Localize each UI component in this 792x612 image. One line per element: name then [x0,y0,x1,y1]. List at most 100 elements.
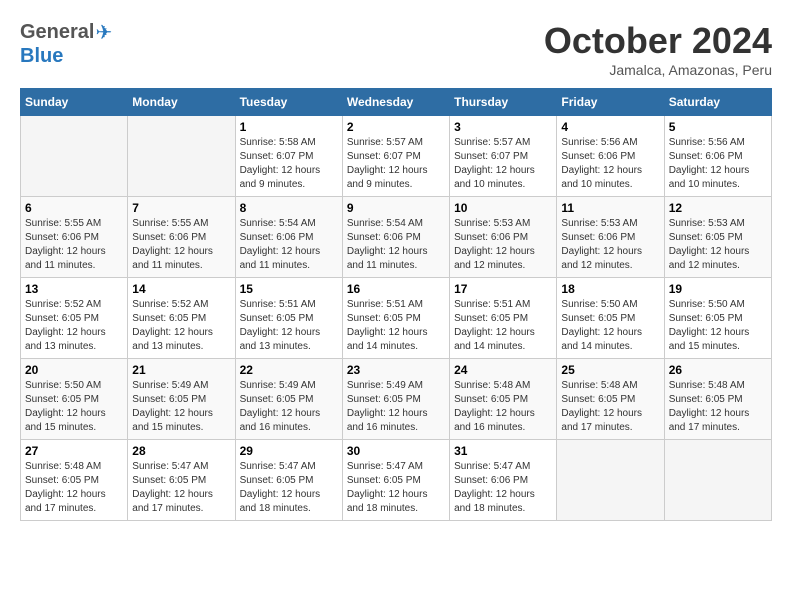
day-info: Sunrise: 5:47 AM Sunset: 6:06 PM Dayligh… [454,460,552,516]
day-info: Sunrise: 5:48 AM Sunset: 6:05 PM Dayligh… [454,379,552,435]
day-info: Sunrise: 5:56 AM Sunset: 6:06 PM Dayligh… [669,136,767,192]
day-info: Sunrise: 5:49 AM Sunset: 6:05 PM Dayligh… [347,379,445,435]
day-info: Sunrise: 5:49 AM Sunset: 6:05 PM Dayligh… [132,379,230,435]
day-info: Sunrise: 5:57 AM Sunset: 6:07 PM Dayligh… [454,136,552,192]
logo-blue: Blue [20,45,63,68]
calendar-cell: 19 Sunrise: 5:50 AM Sunset: 6:05 PM Dayli… [664,278,771,359]
day-number: 19 [669,282,767,296]
calendar-cell [21,116,128,197]
header-row: SundayMondayTuesdayWednesdayThursdayFrid… [21,89,772,116]
day-number: 5 [669,120,767,134]
day-number: 11 [561,201,659,215]
calendar-cell: 11 Sunrise: 5:53 AM Sunset: 6:06 PM Dayli… [557,197,664,278]
header-cell-friday: Friday [557,89,664,116]
day-number: 10 [454,201,552,215]
day-info: Sunrise: 5:51 AM Sunset: 6:05 PM Dayligh… [240,298,338,354]
day-number: 6 [25,201,123,215]
calendar-cell: 28 Sunrise: 5:47 AM Sunset: 6:05 PM Dayli… [128,440,235,521]
day-number: 31 [454,444,552,458]
day-number: 4 [561,120,659,134]
day-info: Sunrise: 5:56 AM Sunset: 6:06 PM Dayligh… [561,136,659,192]
calendar-cell: 27 Sunrise: 5:48 AM Sunset: 6:05 PM Dayli… [21,440,128,521]
day-number: 26 [669,363,767,377]
day-number: 28 [132,444,230,458]
day-info: Sunrise: 5:51 AM Sunset: 6:05 PM Dayligh… [347,298,445,354]
calendar-cell: 21Sunrise: 5:49 AM Sunset: 6:05 PM Dayli… [128,359,235,440]
week-row-2: 6 Sunrise: 5:55 AM Sunset: 6:06 PM Daylig… [21,197,772,278]
week-row-1: 1 Sunrise: 5:58 AM Sunset: 6:07 PM Daylig… [21,116,772,197]
day-number: 1 [240,120,338,134]
day-info: Sunrise: 5:50 AM Sunset: 6:05 PM Dayligh… [561,298,659,354]
day-info: Sunrise: 5:50 AM Sunset: 6:05 PM Dayligh… [25,379,123,435]
header-cell-saturday: Saturday [664,89,771,116]
header: General ✈ Blue October 2024 Jamalca, Ama… [20,20,772,78]
calendar-cell: 16Sunrise: 5:51 AM Sunset: 6:05 PM Dayli… [342,278,449,359]
day-number: 7 [132,201,230,215]
month-title: October 2024 [544,20,772,62]
day-number: 13 [25,282,123,296]
calendar-cell: 5 Sunrise: 5:56 AM Sunset: 6:06 PM Daylig… [664,116,771,197]
day-info: Sunrise: 5:52 AM Sunset: 6:05 PM Dayligh… [132,298,230,354]
calendar-cell: 26 Sunrise: 5:48 AM Sunset: 6:05 PM Dayli… [664,359,771,440]
calendar-cell: 6Sunrise: 5:55 AM Sunset: 6:06 PM Daylig… [21,197,128,278]
calendar-cell: 22 Sunrise: 5:49 AM Sunset: 6:05 PM Dayli… [235,359,342,440]
calendar-cell: 12Sunrise: 5:53 AM Sunset: 6:05 PM Dayli… [664,197,771,278]
calendar-cell: 29Sunrise: 5:47 AM Sunset: 6:05 PM Dayli… [235,440,342,521]
calendar-cell: 30 Sunrise: 5:47 AM Sunset: 6:05 PM Dayli… [342,440,449,521]
day-info: Sunrise: 5:49 AM Sunset: 6:05 PM Dayligh… [240,379,338,435]
title-area: October 2024 Jamalca, Amazonas, Peru [544,20,772,78]
day-info: Sunrise: 5:47 AM Sunset: 6:05 PM Dayligh… [132,460,230,516]
day-number: 25 [561,363,659,377]
day-info: Sunrise: 5:51 AM Sunset: 6:05 PM Dayligh… [454,298,552,354]
day-info: Sunrise: 5:48 AM Sunset: 6:05 PM Dayligh… [669,379,767,435]
day-number: 2 [347,120,445,134]
header-cell-sunday: Sunday [21,89,128,116]
day-number: 8 [240,201,338,215]
day-number: 30 [347,444,445,458]
day-info: Sunrise: 5:48 AM Sunset: 6:05 PM Dayligh… [25,460,123,516]
week-row-5: 27 Sunrise: 5:48 AM Sunset: 6:05 PM Dayli… [21,440,772,521]
week-row-4: 20Sunrise: 5:50 AM Sunset: 6:05 PM Dayli… [21,359,772,440]
day-number: 18 [561,282,659,296]
calendar-cell: 24 Sunrise: 5:48 AM Sunset: 6:05 PM Dayli… [450,359,557,440]
day-number: 15 [240,282,338,296]
calendar-table: SundayMondayTuesdayWednesdayThursdayFrid… [20,88,772,521]
calendar-cell: 23Sunrise: 5:49 AM Sunset: 6:05 PM Dayli… [342,359,449,440]
day-info: Sunrise: 5:52 AM Sunset: 6:05 PM Dayligh… [25,298,123,354]
week-row-3: 13 Sunrise: 5:52 AM Sunset: 6:05 PM Dayli… [21,278,772,359]
day-number: 3 [454,120,552,134]
calendar-cell [664,440,771,521]
day-info: Sunrise: 5:47 AM Sunset: 6:05 PM Dayligh… [240,460,338,516]
day-number: 27 [25,444,123,458]
calendar-cell: 2Sunrise: 5:57 AM Sunset: 6:07 PM Daylig… [342,116,449,197]
header-cell-wednesday: Wednesday [342,89,449,116]
calendar-cell: 18 Sunrise: 5:50 AM Sunset: 6:05 PM Dayli… [557,278,664,359]
calendar-cell: 20Sunrise: 5:50 AM Sunset: 6:05 PM Dayli… [21,359,128,440]
day-info: Sunrise: 5:54 AM Sunset: 6:06 PM Dayligh… [240,217,338,273]
day-info: Sunrise: 5:55 AM Sunset: 6:06 PM Dayligh… [132,217,230,273]
day-number: 22 [240,363,338,377]
calendar-cell [128,116,235,197]
logo-general: General [20,21,94,44]
calendar-cell: 9Sunrise: 5:54 AM Sunset: 6:06 PM Daylig… [342,197,449,278]
calendar-cell: 1 Sunrise: 5:58 AM Sunset: 6:07 PM Daylig… [235,116,342,197]
header-cell-thursday: Thursday [450,89,557,116]
day-number: 17 [454,282,552,296]
day-info: Sunrise: 5:50 AM Sunset: 6:05 PM Dayligh… [669,298,767,354]
day-number: 24 [454,363,552,377]
calendar-cell: 10 Sunrise: 5:53 AM Sunset: 6:06 PM Dayli… [450,197,557,278]
calendar-cell: 3 Sunrise: 5:57 AM Sunset: 6:07 PM Daylig… [450,116,557,197]
day-info: Sunrise: 5:53 AM Sunset: 6:06 PM Dayligh… [561,217,659,273]
calendar-cell: 31 Sunrise: 5:47 AM Sunset: 6:06 PM Dayli… [450,440,557,521]
day-info: Sunrise: 5:58 AM Sunset: 6:07 PM Dayligh… [240,136,338,192]
day-info: Sunrise: 5:54 AM Sunset: 6:06 PM Dayligh… [347,217,445,273]
calendar-cell: 4 Sunrise: 5:56 AM Sunset: 6:06 PM Daylig… [557,116,664,197]
calendar-cell: 17 Sunrise: 5:51 AM Sunset: 6:05 PM Dayli… [450,278,557,359]
calendar-cell: 14Sunrise: 5:52 AM Sunset: 6:05 PM Dayli… [128,278,235,359]
day-info: Sunrise: 5:53 AM Sunset: 6:06 PM Dayligh… [454,217,552,273]
subtitle: Jamalca, Amazonas, Peru [544,62,772,78]
calendar-cell: 15 Sunrise: 5:51 AM Sunset: 6:05 PM Dayli… [235,278,342,359]
calendar-cell: 7 Sunrise: 5:55 AM Sunset: 6:06 PM Daylig… [128,197,235,278]
day-info: Sunrise: 5:47 AM Sunset: 6:05 PM Dayligh… [347,460,445,516]
day-info: Sunrise: 5:53 AM Sunset: 6:05 PM Dayligh… [669,217,767,273]
